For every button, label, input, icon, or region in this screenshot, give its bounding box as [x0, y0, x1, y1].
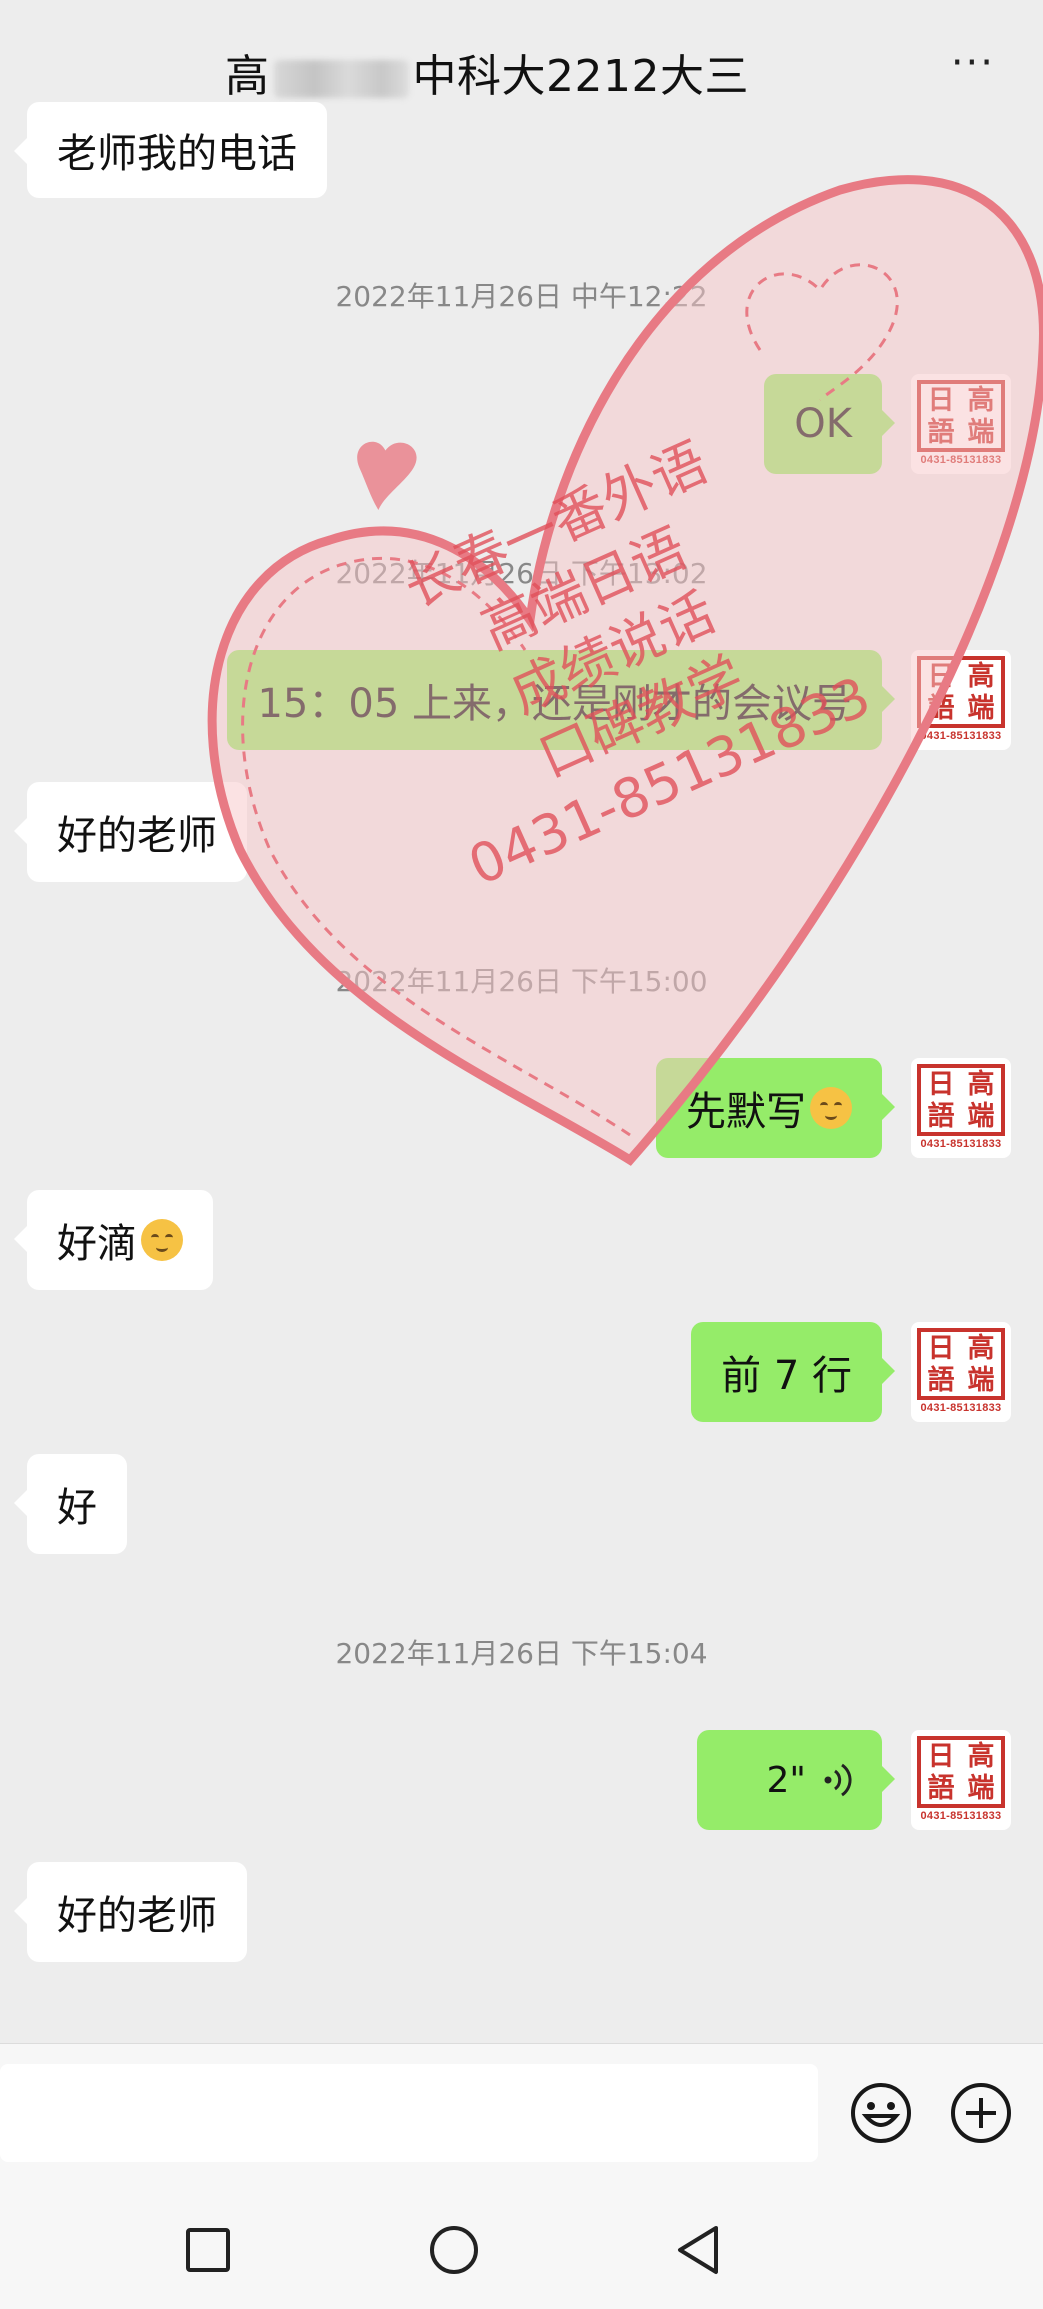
message-text: 好的老师 — [57, 813, 217, 859]
seal-char: 高 — [967, 1740, 995, 1772]
message-input[interactable] — [0, 2064, 818, 2162]
seal-char: 端 — [967, 1364, 995, 1396]
message-text: 15：05 上来，还是刚才的会议号 — [257, 681, 852, 727]
seal-char: 語 — [927, 692, 955, 724]
message-bubble-incoming[interactable]: 老师我的电话 — [14, 102, 327, 198]
message-text: OK — [794, 401, 852, 447]
avatar[interactable]: 日高語端 0431-85131833 — [911, 650, 1011, 750]
recent-apps-icon[interactable] — [184, 2226, 232, 2274]
emoji-button-icon[interactable] — [850, 2082, 912, 2144]
seal-char: 高 — [967, 660, 995, 692]
avatar-phone: 0431-85131833 — [920, 1402, 1002, 1414]
avatar-seal: 日高語端 — [917, 1736, 1005, 1808]
voice-duration: 2" — [766, 1759, 806, 1801]
voice-wave-icon — [824, 1763, 852, 1797]
avatar[interactable]: 日高語端 0431-85131833 — [911, 374, 1011, 474]
message-text: 前 7 行 — [721, 1353, 852, 1399]
system-navigation-bar — [0, 2181, 1043, 2309]
message-text: 好 — [57, 1485, 97, 1531]
seal-char: 端 — [967, 1772, 995, 1804]
timestamp: 2022年11月26日 下午15:00 — [335, 965, 708, 998]
seal-char: 日 — [927, 1068, 955, 1100]
seal-char: 語 — [927, 1364, 955, 1396]
message-bubble-incoming[interactable]: 好 — [14, 1454, 127, 1554]
seal-char: 高 — [967, 1332, 995, 1364]
message-bubble-incoming[interactable]: 好滴 — [14, 1190, 213, 1290]
seal-char: 端 — [967, 1100, 995, 1132]
message-bubble-outgoing[interactable]: 前 7 行 — [691, 1322, 895, 1422]
message-text: 先默写 — [686, 1089, 806, 1135]
avatar[interactable]: 日高語端 0431-85131833 — [911, 1730, 1011, 1830]
message-bubble-outgoing[interactable]: 15：05 上来，还是刚才的会议号 — [227, 650, 895, 750]
timestamp: 2022年11月26日 下午15:04 — [335, 1637, 708, 1670]
avatar-phone: 0431-85131833 — [920, 1138, 1002, 1150]
avatar-phone: 0431-85131833 — [920, 730, 1002, 742]
seal-char: 日 — [927, 1332, 955, 1364]
message-bubble-outgoing[interactable]: 先默写 — [656, 1058, 895, 1158]
seal-char: 語 — [927, 1772, 955, 1804]
chat-title: 高 中科大2212大三 — [225, 40, 749, 104]
home-icon[interactable] — [428, 2224, 480, 2276]
avatar-seal: 日高語端 — [917, 380, 1005, 452]
message-text: 好滴 — [57, 1221, 137, 1267]
voice-message-bubble[interactable]: 2" — [696, 1730, 896, 1830]
redacted-name — [273, 60, 409, 98]
seal-char: 端 — [967, 692, 995, 724]
message-bubble-incoming[interactable]: 好的老师 — [14, 1862, 247, 1962]
title-prefix: 高 — [225, 51, 270, 102]
avatar-phone: 0431-85131833 — [920, 454, 1002, 466]
message-bubble-incoming[interactable]: 好的老师 — [14, 782, 247, 882]
seal-char: 日 — [927, 384, 955, 416]
timestamp: 2022年11月26日 中午12:22 — [335, 280, 708, 313]
seal-char: 語 — [927, 416, 955, 448]
input-bar — [0, 2043, 1043, 2182]
avatar-seal: 日高語端 — [917, 1328, 1005, 1400]
avatar[interactable]: 日高語端 0431-85131833 — [911, 1322, 1011, 1422]
seal-char: 語 — [927, 1100, 955, 1132]
back-icon[interactable] — [674, 2224, 722, 2276]
seal-char: 高 — [967, 1068, 995, 1100]
message-bubble-outgoing[interactable]: OK — [764, 374, 895, 474]
hugging-face-emoji-icon — [810, 1087, 852, 1129]
more-options-icon[interactable]: ··· — [951, 40, 995, 86]
message-text: 老师我的电话 — [57, 131, 297, 177]
avatar[interactable]: 日高語端 0431-85131833 — [911, 1058, 1011, 1158]
add-more-button-icon[interactable] — [950, 2082, 1012, 2144]
seal-char: 端 — [967, 416, 995, 448]
seal-char: 日 — [927, 660, 955, 692]
message-text: 好的老师 — [57, 1893, 217, 1939]
seal-char: 日 — [927, 1740, 955, 1772]
seal-char: 高 — [967, 384, 995, 416]
title-suffix: 中科大2212大三 — [412, 51, 749, 102]
smiling-face-emoji-icon — [141, 1219, 183, 1261]
avatar-phone: 0431-85131833 — [920, 1810, 1002, 1822]
timestamp: 2022年11月26日 下午13:02 — [335, 557, 708, 590]
avatar-seal: 日高語端 — [917, 656, 1005, 728]
avatar-seal: 日高語端 — [917, 1064, 1005, 1136]
